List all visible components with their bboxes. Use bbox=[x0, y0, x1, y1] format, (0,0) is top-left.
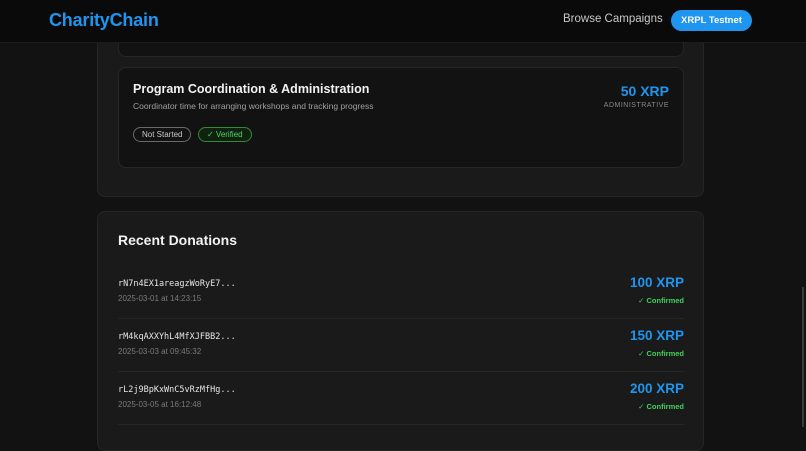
milestone-amount: 50 XRP bbox=[620, 83, 669, 99]
donation-timestamp: 2025-03-03 at 09:45:32 bbox=[118, 347, 202, 356]
milestone-description: Coordinator time for arranging workshops… bbox=[133, 101, 374, 111]
scrollbar[interactable] bbox=[802, 287, 804, 427]
milestone-card: Program Coordination & Administration Co… bbox=[118, 67, 684, 168]
top-navbar: CharityChain Browse Campaigns XRPL Testn… bbox=[0, 0, 806, 43]
section-title: Recent Donations bbox=[118, 232, 238, 248]
status-badge: Not Started bbox=[133, 127, 192, 142]
donation-amount: 150 XRP bbox=[629, 328, 684, 343]
verified-badge: ✓ Verified bbox=[198, 127, 252, 142]
donation-timestamp: 2025-03-01 at 14:23:15 bbox=[118, 294, 202, 303]
milestones-panel: Program Coordination & Administration Co… bbox=[97, 20, 704, 197]
network-button[interactable]: XRPL Testnet bbox=[671, 10, 752, 31]
confirmed-status: ✓ Confirmed bbox=[638, 296, 684, 305]
donor-address: rL2j9BpKxWnC5vRzMfHg... bbox=[118, 385, 236, 395]
recent-donations-panel: Recent Donations rN7n4EX1areagzWoRyE7...… bbox=[97, 211, 704, 451]
confirmed-status: ✓ Confirmed bbox=[638, 402, 684, 411]
donation-amount: 100 XRP bbox=[629, 275, 684, 290]
donor-address: rM4kqAXXYhL4MfXJFBB2... bbox=[118, 332, 236, 342]
browse-campaigns-link[interactable]: Browse Campaigns bbox=[563, 13, 663, 25]
milestone-title: Program Coordination & Administration bbox=[133, 82, 370, 96]
milestone-category: ADMINISTRATIVE bbox=[603, 102, 669, 109]
donation-row[interactable]: rN7n4EX1areagzWoRyE7... 2025-03-01 at 14… bbox=[118, 266, 684, 319]
donation-row[interactable]: rM4kqAXXYhL4MfXJFBB2... 2025-03-03 at 09… bbox=[118, 319, 684, 372]
app-logo[interactable]: CharityChain bbox=[49, 10, 159, 31]
donor-address: rN7n4EX1areagzWoRyE7... bbox=[118, 279, 236, 289]
donation-timestamp: 2025-03-05 at 16:12:48 bbox=[118, 400, 202, 409]
confirmed-status: ✓ Confirmed bbox=[638, 349, 684, 358]
donation-amount: 200 XRP bbox=[629, 381, 684, 396]
donation-row[interactable]: rL2j9BpKxWnC5vRzMfHg... 2025-03-05 at 16… bbox=[118, 372, 684, 425]
